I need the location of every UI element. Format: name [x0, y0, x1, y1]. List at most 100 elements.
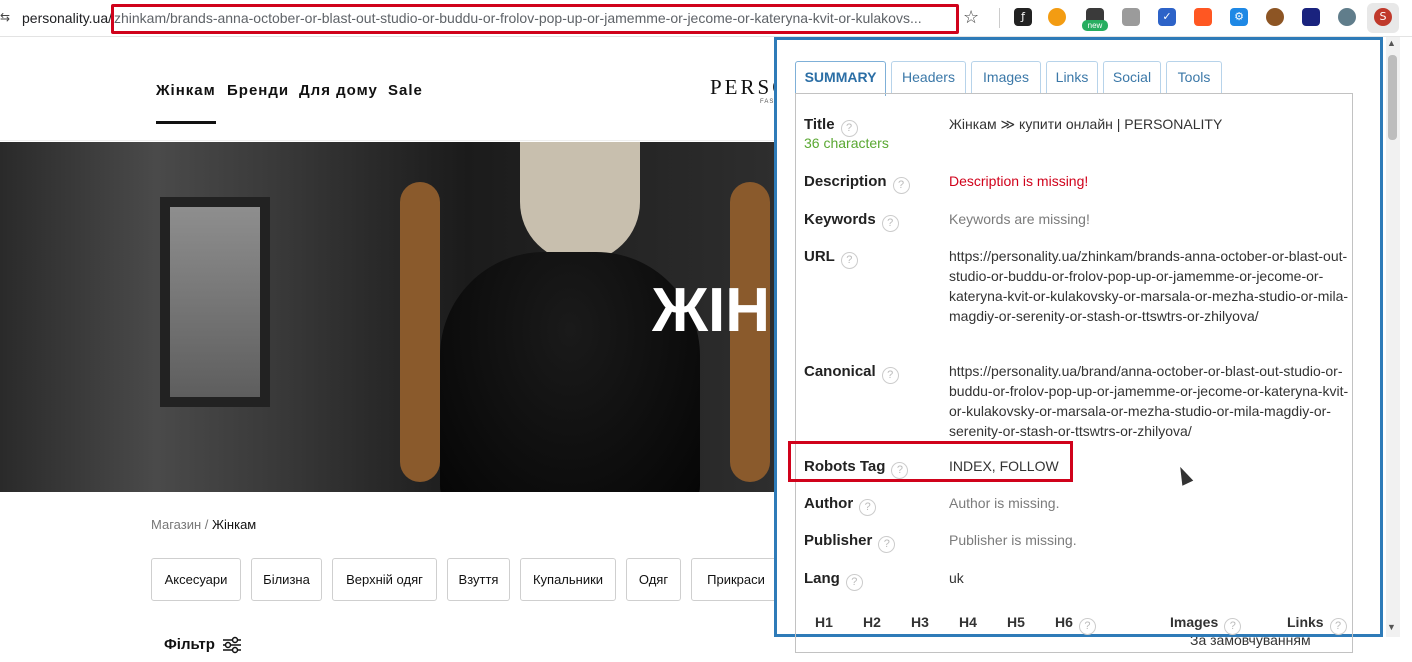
robots-label-text: Robots Tag: [804, 458, 886, 475]
keywords-label: Keywords?: [804, 211, 899, 232]
extension-script-icon[interactable]: ƒ: [1014, 8, 1032, 26]
help-icon[interactable]: ?: [892, 177, 910, 194]
title-value: Жінкам ≫ купити онлайн | PERSONALITY: [949, 116, 1223, 132]
help-icon[interactable]: ?: [881, 367, 899, 384]
url-domain: personality.ua/: [22, 10, 113, 26]
publisher-label: Publisher?: [804, 532, 896, 553]
extension-gear-icon[interactable]: ⚙: [1230, 8, 1248, 26]
breadcrumb-current: Жінкам: [212, 517, 257, 532]
scroll-up-arrow-icon[interactable]: ▲: [1387, 38, 1396, 48]
nav-women[interactable]: Жінкам: [156, 82, 216, 99]
hero-title: ЖІН: [652, 276, 771, 345]
url-value: https://personality.ua/zhinkam/brands-an…: [949, 248, 1349, 324]
lang-value: uk: [949, 570, 964, 586]
help-icon[interactable]: ?: [878, 536, 896, 553]
filter-button[interactable]: Фільтр: [164, 636, 215, 653]
help-icon[interactable]: ?: [845, 574, 863, 591]
heading-h6: H6?: [1055, 614, 1096, 635]
publisher-label-text: Publisher: [804, 532, 873, 549]
extension-user-icon[interactable]: [1338, 8, 1356, 26]
category-chip[interactable]: Аксесуари: [151, 558, 241, 601]
camera-icon[interactable]: [1122, 8, 1140, 26]
images-count-label: Images?: [1170, 614, 1242, 635]
help-icon[interactable]: ?: [891, 462, 909, 479]
browser-toolbar: ⇆ personality.ua/ zhinkam/brands-anna-oc…: [0, 0, 1412, 37]
help-icon[interactable]: ?: [1224, 618, 1242, 635]
filter-sliders-icon[interactable]: [222, 635, 242, 655]
nav-active-underline: [156, 121, 216, 124]
address-bar[interactable]: personality.ua/ zhinkam/brands-anna-octo…: [14, 4, 960, 34]
tab-tools[interactable]: Tools: [1166, 61, 1222, 94]
extension-hexagon-icon[interactable]: [1302, 8, 1320, 26]
description-value: Description is missing!: [949, 173, 1089, 189]
scroll-down-arrow-icon[interactable]: ▼: [1387, 622, 1396, 632]
cookie-icon[interactable]: [1266, 8, 1284, 26]
robots-value: INDEX, FOLLOW: [949, 458, 1059, 474]
canonical-label-text: Canonical: [804, 363, 876, 380]
toolbar-divider: [999, 8, 1000, 28]
breadcrumb-shop[interactable]: Магазин: [151, 517, 201, 532]
author-label-text: Author: [804, 495, 854, 512]
help-icon[interactable]: ?: [1078, 618, 1096, 635]
links-count-text: Links: [1287, 614, 1324, 630]
help-icon[interactable]: ?: [840, 252, 858, 269]
url-highlight-box: [111, 4, 959, 34]
author-label: Author?: [804, 495, 877, 516]
url-label-text: URL: [804, 248, 835, 265]
tab-social[interactable]: Social: [1103, 61, 1161, 94]
help-icon[interactable]: ?: [859, 499, 877, 516]
heading-h1: H1: [815, 614, 833, 630]
new-badge: new: [1082, 20, 1108, 31]
tab-images[interactable]: Images: [971, 61, 1041, 94]
extension-accessibility-icon[interactable]: [1194, 8, 1212, 26]
bookmark-star-icon[interactable]: ☆: [963, 7, 979, 28]
description-label: Description?: [804, 173, 910, 194]
keywords-label-text: Keywords: [804, 211, 876, 228]
hero-banner: ЖІН: [0, 142, 778, 492]
site-settings-icon[interactable]: ⇆: [0, 10, 10, 24]
hero-mannequin-neck: [520, 142, 640, 262]
category-chip[interactable]: Верхній одяг: [332, 558, 437, 601]
author-value: Author is missing.: [949, 495, 1060, 511]
breadcrumb: Магазин / Жінкам: [151, 517, 256, 532]
url-label: URL?: [804, 248, 858, 269]
heading-h3: H3: [911, 614, 929, 630]
help-icon[interactable]: ?: [1329, 618, 1347, 635]
nav-home[interactable]: Для дому: [299, 82, 378, 99]
title-label-text: Title: [804, 116, 835, 133]
title-char-count: 36 characters: [804, 135, 889, 151]
heading-h5: H5: [1007, 614, 1025, 630]
help-icon[interactable]: ?: [881, 215, 899, 232]
tab-headers[interactable]: Headers: [891, 61, 966, 94]
links-count-label: Links?: [1287, 614, 1347, 635]
heading-h2: H2: [863, 614, 881, 630]
extension-checkbox-icon[interactable]: ✓: [1158, 8, 1176, 26]
images-count-text: Images: [1170, 614, 1219, 630]
nav-divider: [0, 140, 780, 141]
seo-extension-panel: SUMMARY Headers Images Links Social Tool…: [774, 37, 1383, 653]
category-chip[interactable]: Білизна: [251, 558, 322, 601]
nav-brands[interactable]: Бренди: [227, 82, 289, 99]
heading-h6-text: H6: [1055, 614, 1073, 630]
description-label-text: Description: [804, 173, 887, 190]
keywords-value: Keywords are missing!: [949, 211, 1090, 227]
tab-links[interactable]: Links: [1046, 61, 1098, 94]
category-chip[interactable]: Взуття: [447, 558, 510, 601]
publisher-value: Publisher is missing.: [949, 532, 1077, 548]
category-chip[interactable]: Одяг: [626, 558, 681, 601]
lang-label-text: Lang: [804, 570, 840, 587]
category-chip[interactable]: Прикраси: [691, 558, 781, 601]
hero-mannequin-arm: [400, 182, 440, 482]
panel-scrollbar-thumb[interactable]: [1388, 55, 1397, 140]
robots-label: Robots Tag?: [804, 458, 909, 479]
title-label: Title?: [804, 116, 858, 137]
nav-sale[interactable]: Sale: [388, 82, 423, 99]
category-chip[interactable]: Купальники: [520, 558, 616, 601]
extension-orange-icon[interactable]: [1048, 8, 1066, 26]
tab-summary[interactable]: SUMMARY: [795, 61, 886, 96]
lang-label: Lang?: [804, 570, 863, 591]
canonical-value: https://personality.ua/brand/anna-octobe…: [949, 363, 1349, 439]
seo-extension-icon[interactable]: S: [1374, 8, 1392, 26]
hero-window-image: [160, 197, 270, 407]
breadcrumb-separator: /: [204, 517, 209, 532]
